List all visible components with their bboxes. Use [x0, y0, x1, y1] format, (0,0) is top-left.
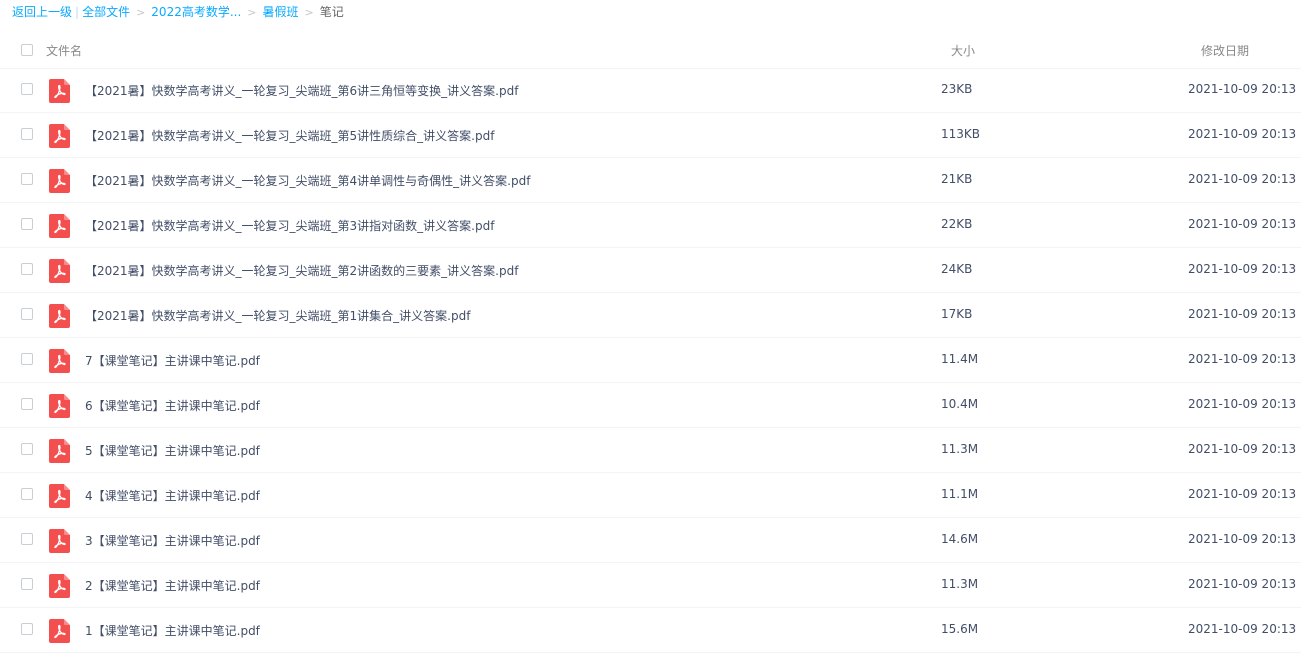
file-row-checkbox[interactable]	[21, 353, 33, 365]
pdf-icon	[49, 394, 70, 418]
file-size: 113KB	[941, 127, 981, 141]
file-modified-date: 2021-10-09 20:13	[1188, 262, 1297, 276]
file-modified-date: 2021-10-09 20:13	[1188, 397, 1297, 411]
pdf-icon	[49, 259, 70, 283]
file-size: 21KB	[941, 172, 973, 186]
breadcrumb-folder-summer-link[interactable]: 暑假班	[263, 5, 299, 19]
file-name-link[interactable]: 5【课堂笔记】主讲课中笔记.pdf	[85, 442, 260, 459]
column-header-name[interactable]: 文件名	[46, 42, 82, 59]
file-size: 22KB	[941, 217, 973, 231]
file-size: 10.4M	[941, 397, 979, 411]
file-modified-date: 2021-10-09 20:13	[1188, 352, 1297, 366]
file-row[interactable]: 4【课堂笔记】主讲课中笔记.pdf 11.1M 2021-10-09 20:13	[0, 473, 1301, 518]
file-size: 24KB	[941, 262, 973, 276]
file-row-checkbox[interactable]	[21, 623, 33, 635]
breadcrumb-folder-2022-link[interactable]: 2022高考数学...	[151, 5, 241, 19]
file-modified-date: 2021-10-09 20:13	[1188, 487, 1297, 501]
file-modified-date: 2021-10-09 20:13	[1188, 217, 1297, 231]
file-row[interactable]: 6【课堂笔记】主讲课中笔记.pdf 10.4M 2021-10-09 20:13	[0, 383, 1301, 428]
file-modified-date: 2021-10-09 20:13	[1188, 307, 1297, 321]
file-name-link[interactable]: 【2021暑】快数学高考讲义_一轮复习_尖端班_第6讲三角恒等变换_讲义答案.p…	[85, 82, 518, 99]
column-header-size[interactable]: 大小	[951, 42, 975, 59]
file-modified-date: 2021-10-09 20:13	[1188, 172, 1297, 186]
file-modified-date: 2021-10-09 20:13	[1188, 577, 1297, 591]
file-row[interactable]: 【2021暑】快数学高考讲义_一轮复习_尖端班_第2讲函数的三要素_讲义答案.p…	[0, 248, 1301, 293]
file-name-link[interactable]: 【2021暑】快数学高考讲义_一轮复习_尖端班_第5讲性质综合_讲义答案.pdf	[85, 127, 494, 144]
pdf-icon	[49, 619, 70, 643]
file-modified-date: 2021-10-09 20:13	[1188, 127, 1297, 141]
file-row[interactable]: 7【课堂笔记】主讲课中笔记.pdf 11.4M 2021-10-09 20:13	[0, 338, 1301, 383]
file-row-checkbox[interactable]	[21, 128, 33, 140]
file-list: 【2021暑】快数学高考讲义_一轮复习_尖端班_第6讲三角恒等变换_讲义答案.p…	[0, 68, 1301, 653]
pdf-icon	[49, 214, 70, 238]
file-size: 11.4M	[941, 352, 979, 366]
file-name-link[interactable]: 【2021暑】快数学高考讲义_一轮复习_尖端班_第4讲单调性与奇偶性_讲义答案.…	[85, 172, 530, 189]
file-size: 11.1M	[941, 487, 979, 501]
file-name-link[interactable]: 【2021暑】快数学高考讲义_一轮复习_尖端班_第1讲集合_讲义答案.pdf	[85, 307, 470, 324]
file-row[interactable]: 【2021暑】快数学高考讲义_一轮复习_尖端班_第4讲单调性与奇偶性_讲义答案.…	[0, 158, 1301, 203]
file-row-checkbox[interactable]	[21, 83, 33, 95]
file-row[interactable]: 3【课堂笔记】主讲课中笔记.pdf 14.6M 2021-10-09 20:13	[0, 518, 1301, 563]
file-modified-date: 2021-10-09 20:13	[1188, 622, 1297, 636]
pdf-icon	[49, 484, 70, 508]
breadcrumb-separator-icon: >	[247, 6, 257, 19]
file-row-checkbox[interactable]	[21, 263, 33, 275]
file-row[interactable]: 1【课堂笔记】主讲课中笔记.pdf 15.6M 2021-10-09 20:13	[0, 608, 1301, 653]
pdf-icon	[49, 169, 70, 193]
file-name-link[interactable]: 2【课堂笔记】主讲课中笔记.pdf	[85, 577, 260, 594]
file-list-header: 文件名 大小 修改日期	[0, 31, 1301, 69]
breadcrumb-separator-icon: >	[304, 6, 314, 19]
file-modified-date: 2021-10-09 20:13	[1188, 82, 1297, 96]
file-row[interactable]: 【2021暑】快数学高考讲义_一轮复习_尖端班_第5讲性质综合_讲义答案.pdf…	[0, 113, 1301, 158]
file-size: 11.3M	[941, 577, 979, 591]
column-header-date[interactable]: 修改日期	[1201, 42, 1249, 59]
file-row[interactable]: 5【课堂笔记】主讲课中笔记.pdf 11.3M 2021-10-09 20:13	[0, 428, 1301, 473]
pdf-icon	[49, 349, 70, 373]
file-row-checkbox[interactable]	[21, 173, 33, 185]
pdf-icon	[49, 574, 70, 598]
breadcrumb-back-link[interactable]: 返回上一级	[12, 5, 72, 19]
file-modified-date: 2021-10-09 20:13	[1188, 532, 1297, 546]
file-row-checkbox[interactable]	[21, 578, 33, 590]
file-row-checkbox[interactable]	[21, 308, 33, 320]
pdf-icon	[49, 304, 70, 328]
file-name-link[interactable]: 【2021暑】快数学高考讲义_一轮复习_尖端班_第3讲指对函数_讲义答案.pdf	[85, 217, 494, 234]
breadcrumb: 返回上一级 | 全部文件 >2022高考数学... > 暑假班 > 笔记	[12, 3, 344, 21]
file-name-link[interactable]: 【2021暑】快数学高考讲义_一轮复习_尖端班_第2讲函数的三要素_讲义答案.p…	[85, 262, 518, 279]
file-row[interactable]: 2【课堂笔记】主讲课中笔记.pdf 11.3M 2021-10-09 20:13	[0, 563, 1301, 608]
file-row-checkbox[interactable]	[21, 533, 33, 545]
file-row[interactable]: 【2021暑】快数学高考讲义_一轮复习_尖端班_第6讲三角恒等变换_讲义答案.p…	[0, 68, 1301, 113]
file-name-link[interactable]: 7【课堂笔记】主讲课中笔记.pdf	[85, 352, 260, 369]
file-modified-date: 2021-10-09 20:13	[1188, 442, 1297, 456]
pdf-icon	[49, 529, 70, 553]
file-row[interactable]: 【2021暑】快数学高考讲义_一轮复习_尖端班_第1讲集合_讲义答案.pdf 17…	[0, 293, 1301, 338]
file-size: 14.6M	[941, 532, 979, 546]
file-row-checkbox[interactable]	[21, 443, 33, 455]
breadcrumb-current: 笔记	[319, 5, 344, 19]
pdf-icon	[49, 79, 70, 103]
file-row-checkbox[interactable]	[21, 488, 33, 500]
file-row-checkbox[interactable]	[21, 398, 33, 410]
pdf-icon	[49, 124, 70, 148]
breadcrumb-divider: |	[75, 5, 80, 19]
file-size: 23KB	[941, 82, 973, 96]
breadcrumb-separator-icon: >	[136, 6, 146, 19]
file-size: 11.3M	[941, 442, 979, 456]
file-name-link[interactable]: 6【课堂笔记】主讲课中笔记.pdf	[85, 397, 260, 414]
file-name-link[interactable]: 4【课堂笔记】主讲课中笔记.pdf	[85, 487, 260, 504]
file-name-link[interactable]: 1【课堂笔记】主讲课中笔记.pdf	[85, 622, 260, 639]
file-size: 17KB	[941, 307, 973, 321]
file-size: 15.6M	[941, 622, 979, 636]
breadcrumb-all-files-link[interactable]: 全部文件	[82, 5, 130, 19]
pdf-icon	[49, 439, 70, 463]
file-name-link[interactable]: 3【课堂笔记】主讲课中笔记.pdf	[85, 532, 260, 549]
select-all-checkbox[interactable]	[21, 44, 33, 56]
file-row[interactable]: 【2021暑】快数学高考讲义_一轮复习_尖端班_第3讲指对函数_讲义答案.pdf…	[0, 203, 1301, 248]
file-row-checkbox[interactable]	[21, 218, 33, 230]
